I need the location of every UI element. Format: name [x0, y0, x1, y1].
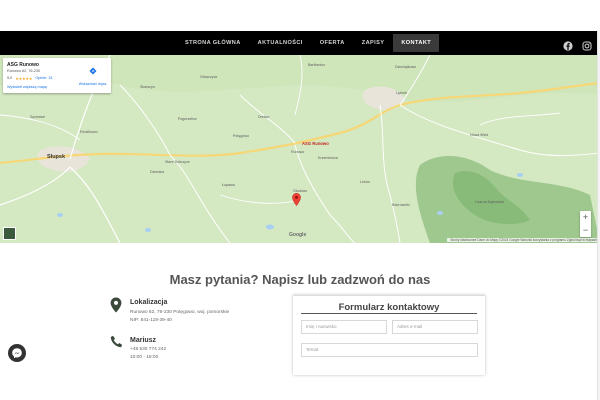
- map-label-stare-dobrzyce: Stare Dobrzyce: [165, 160, 190, 164]
- map-label-lesno: Leśno: [360, 180, 370, 184]
- messenger-chat-button[interactable]: [8, 344, 26, 362]
- main-nav: STRONA GŁÓWNA AKTUALNOŚCI OFERTA ZAPISY …: [177, 31, 440, 55]
- zoom-out-button[interactable]: −: [580, 224, 591, 237]
- name-input[interactable]: Imię i nazwisko: [301, 320, 387, 334]
- phone-title: Mariusz: [130, 337, 157, 344]
- main-navbar: STRONA GŁÓWNA AKTUALNOŚCI OFERTA ZAPISY …: [0, 31, 600, 55]
- top-blank-area: [0, 0, 600, 31]
- larger-map-link[interactable]: Wyświetl większą mapę: [7, 85, 47, 89]
- map-label-bobrowniki: Bobrowniki: [392, 203, 410, 207]
- map-pin-icon[interactable]: [292, 193, 301, 206]
- nav-item-signup[interactable]: ZAPISY: [354, 34, 393, 52]
- map-label-damnica: Damnica: [150, 170, 165, 174]
- directions-label: Wskazówki dojaz.: [78, 82, 108, 86]
- zoom-in-button[interactable]: +: [580, 211, 591, 224]
- google-logo: Google: [289, 232, 307, 238]
- map-label-pogorzelice: Pogorzelice: [178, 117, 197, 121]
- place-address: Runowo 62, 76-230: [7, 69, 41, 73]
- rating-value: 5,0: [7, 76, 13, 80]
- nav-item-contact[interactable]: KONTAKT: [393, 34, 440, 52]
- subject-input[interactable]: Temat: [301, 343, 478, 357]
- map-zoom-control: + −: [580, 211, 591, 237]
- map-attribution[interactable]: Skróty klawiszowe Dane do Mapy ©2024 Goo…: [447, 238, 600, 242]
- map-label-potegowo: Potęgowo: [233, 134, 249, 138]
- contact-page: STRONA GŁÓWNA AKTUALNOŚCI OFERTA ZAPISY …: [0, 0, 600, 400]
- directions-button[interactable]: Wskazówki dojaz.: [76, 62, 110, 86]
- location-address: Runowo 62, 76-230 Potęgowo, woj. pomorsk…: [130, 310, 230, 315]
- map-label-lebork: Lębork: [396, 91, 407, 95]
- map-label-slupsk: Słupsk: [47, 154, 66, 160]
- phone-hours: 10:00 - 18:00: [130, 355, 159, 360]
- location-pin-icon: [110, 297, 122, 313]
- contact-info: Lokalizacja Runowo 62, 76-230 Potęgowo, …: [110, 297, 290, 373]
- facebook-icon[interactable]: [563, 38, 573, 51]
- place-title: ASG Runowo: [7, 62, 39, 68]
- location-nip: NIP: 841-118-39-40: [130, 318, 172, 323]
- map-layer-thumbnail[interactable]: [3, 227, 16, 240]
- map-label-sycewice: Sycewice: [30, 115, 46, 119]
- location-item: Lokalizacja Runowo 62, 76-230 Potęgowo, …: [110, 297, 290, 335]
- place-info-card: ASG Runowo Runowo 62, 76-230 5,0 ★★★★★ O…: [3, 58, 111, 93]
- place-rating: 5,0 ★★★★★ Opinie: 31: [7, 76, 53, 81]
- map-label-barlomino: Bartlomino: [308, 63, 326, 67]
- map-label-dzieciatkowo: Dzieciątkowo: [395, 65, 417, 69]
- form-title-underline: [301, 313, 477, 314]
- social-links: [563, 38, 592, 51]
- nav-item-news[interactable]: AKTUALNOŚCI: [250, 34, 311, 52]
- instagram-icon[interactable]: [582, 38, 592, 51]
- map-label-lulemino: Łupawa: [222, 183, 235, 187]
- map-label-czarne: Czarna Dąbrówka: [475, 200, 504, 204]
- email-input[interactable]: Adres e-mail: [392, 320, 478, 334]
- contact-heading: Masz pytania? Napisz lub zadzwoń do nas: [169, 272, 431, 287]
- contact-form: Formularz kontaktowy Imię i nazwisko Adr…: [293, 295, 485, 375]
- messenger-icon: [12, 348, 22, 359]
- phone-number[interactable]: +48 530 774 242: [130, 347, 166, 352]
- map-label-dretwo: Dretwo: [258, 115, 270, 119]
- map-label-skarszyn: Skarszyn: [140, 85, 155, 89]
- map-label-nowa-wies: Nowa Wieś: [470, 133, 489, 137]
- map-label-runowo: Runowo: [291, 150, 305, 154]
- nav-item-offer[interactable]: OFERTA: [312, 34, 353, 52]
- nav-item-home[interactable]: STRONA GŁÓWNA: [177, 34, 249, 52]
- map-label-glowczyce: Główczyce: [200, 75, 218, 79]
- location-title: Lokalizacja: [130, 299, 168, 306]
- rating-stars: ★★★★★: [15, 77, 33, 81]
- phone-icon: [110, 335, 123, 348]
- form-title: Formularz kontaktowy: [338, 302, 440, 313]
- reviews-link[interactable]: Opinie: 31: [35, 76, 52, 81]
- pin-label: ASG Runowo: [302, 141, 329, 146]
- map-label-krzemienica: Krzemienica: [318, 156, 338, 160]
- map-label-redzikowo: Redzikowo: [80, 130, 98, 134]
- phone-item: Mariusz +48 530 774 242 10:00 - 18:00: [110, 335, 290, 373]
- directions-icon: [89, 67, 97, 75]
